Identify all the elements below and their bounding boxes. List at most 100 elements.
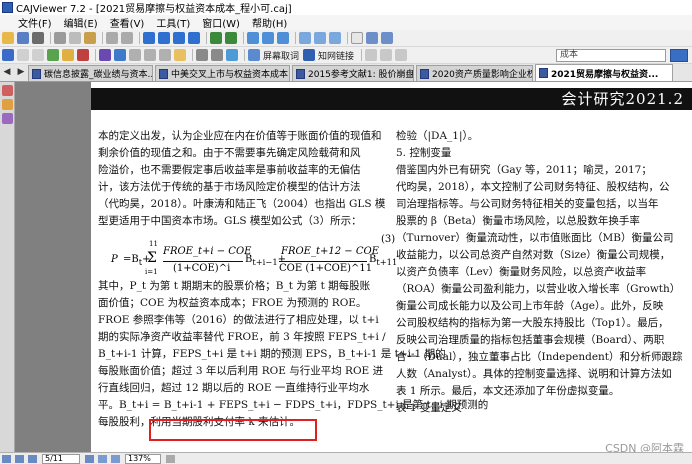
zoom-in-icon[interactable] [366, 32, 378, 44]
tab-document-1[interactable]: 碳信息披露_碳业绩与资本... [28, 65, 153, 81]
actual-size-icon[interactable] [329, 32, 341, 44]
underline-icon[interactable] [211, 49, 223, 61]
more-icon[interactable] [395, 49, 408, 61]
text-line: 人数（Analyst）。具体的控制变量选择、说明和计算方法如 [396, 368, 672, 380]
bookmark-panel-icon[interactable] [2, 85, 13, 96]
text-line: （Turnover）衡量流动性，以市值账面比（MB）衡量公司 [396, 232, 674, 244]
facing-page-icon[interactable] [277, 32, 289, 44]
document-view[interactable]: 会计研究2021.2 本的定义出发，认为企业应在内在价值等于账面价值的现值和 剩… [15, 82, 692, 452]
zoom-out-icon[interactable] [381, 32, 393, 44]
toolbar-separator [244, 49, 245, 61]
toolbar-separator [295, 32, 296, 44]
text-line: （代昀昊，2018）。叶康涛和陆正飞（2004）也指出 GLS 模 [98, 198, 386, 210]
forward-icon[interactable] [225, 32, 237, 44]
next-page-icon[interactable] [173, 32, 185, 44]
pen-panel-icon[interactable] [2, 113, 13, 124]
zoom-dropdown-icon[interactable] [166, 454, 175, 463]
search-go-icon[interactable] [670, 49, 688, 62]
cut-icon[interactable] [54, 32, 66, 44]
knowledge-link-label[interactable]: 知网链接 [318, 49, 354, 62]
fit-width-icon[interactable] [299, 32, 311, 44]
knowledge-link-icon[interactable] [303, 49, 316, 61]
text-line: 代昀昊，2018），本文控制了公司财务特征、股权结构，公 [396, 181, 670, 193]
status-previous-page-icon[interactable] [15, 454, 24, 463]
text-line: 平。B_t+i = B_t+i-1 + FEPS_t+i − FDPS_t+i，… [98, 399, 489, 411]
save-icon[interactable] [17, 32, 29, 44]
fit-page-icon[interactable] [314, 32, 326, 44]
status-next-page-icon[interactable] [28, 454, 37, 463]
tab-label: 碳信息披露_碳业绩与资本... [44, 70, 153, 80]
formula-lhs: P [111, 254, 118, 265]
status-zoom-out-icon[interactable] [98, 454, 107, 463]
screen-read-icon[interactable] [248, 49, 260, 61]
menu-tools[interactable]: 工具(T) [156, 15, 190, 30]
text-line: 面价值；COE 为权益资本成本；FROE 为预测的 ROE。 [98, 297, 367, 309]
gls-formula: P =Bt+ 11 Σ i=1 FROE_t+i − COE (1+COE)^i… [111, 234, 397, 282]
tab-document-2[interactable]: 中美交叉上市与权益资本成本... [155, 65, 290, 81]
menu-help[interactable]: 帮助(H) [252, 15, 287, 30]
zoom-dropdown-icon[interactable] [351, 32, 363, 44]
tab-document-4[interactable]: 2020资产质量影响企业权益... [416, 65, 533, 81]
line-icon[interactable] [129, 49, 141, 61]
annotation-panel-icon[interactable] [2, 99, 13, 110]
strikeout-icon[interactable] [196, 49, 208, 61]
page-number-input[interactable]: 5/11 [42, 453, 80, 464]
tab-document-3[interactable]: 2015参考文献1: 股价崩盘风... [292, 65, 414, 81]
screen-read-label[interactable]: 屏幕取词 [263, 49, 299, 62]
formula-equation-number: (3) [381, 234, 396, 245]
formula-term1-numerator: FROE_t+i − COE [163, 246, 252, 257]
previous-page-icon[interactable] [158, 32, 170, 44]
left-column: 本的定义出发，认为企业应在内在价值等于账面价值的现值和 剩余价值的现值之和。由于… [98, 128, 386, 230]
single-page-icon[interactable] [247, 32, 259, 44]
export-icon[interactable] [365, 49, 378, 61]
tab-document-5-active[interactable]: 2021贸易摩擦与权益资... [535, 64, 673, 81]
tab-scroll-right-icon[interactable]: ▶ [14, 64, 28, 81]
tab-scroll-left-icon[interactable]: ◀ [0, 64, 14, 81]
note-icon[interactable] [174, 49, 186, 61]
status-last-page-icon[interactable] [85, 454, 94, 463]
back-icon[interactable] [210, 32, 222, 44]
rectangle-icon[interactable] [144, 49, 156, 61]
ellipse-icon[interactable] [159, 49, 171, 61]
select-text-icon[interactable] [17, 49, 29, 61]
formula-sum-bottom: i=1 [145, 268, 158, 276]
ocr-icon[interactable] [47, 49, 59, 61]
toolbar-separator [139, 32, 140, 44]
window-title: CAJViewer 7.2 - [2021贸易摩擦与权益资本成本_程小可.caj… [16, 4, 292, 15]
settings-icon[interactable] [380, 49, 393, 61]
highlight-icon[interactable] [99, 49, 111, 61]
status-first-page-icon[interactable] [2, 454, 11, 463]
toolbar-separator [206, 32, 207, 44]
formula-sum-sign: Σ [147, 250, 157, 266]
print-icon[interactable] [32, 32, 44, 44]
pen-icon[interactable] [114, 49, 126, 61]
snapshot-icon[interactable] [62, 49, 74, 61]
search-input[interactable]: 成本 [556, 49, 666, 62]
menu-window[interactable]: 窗口(W) [202, 15, 240, 30]
last-page-icon[interactable] [188, 32, 200, 44]
hand-tool-icon[interactable] [2, 49, 14, 61]
toolbar-separator [102, 32, 103, 44]
status-zoom-in-icon[interactable] [111, 454, 120, 463]
menu-file[interactable]: 文件(F) [18, 15, 52, 30]
paste-icon[interactable] [84, 32, 96, 44]
menu-bar: 文件(F) 编辑(E) 查看(V) 工具(T) 窗口(W) 帮助(H) [0, 15, 692, 30]
first-page-icon[interactable] [143, 32, 155, 44]
search-text-icon[interactable] [226, 49, 238, 61]
undo-icon[interactable] [106, 32, 118, 44]
journal-header: 会计研究2021.2 [561, 90, 684, 108]
continuous-page-icon[interactable] [262, 32, 274, 44]
copy-icon[interactable] [69, 32, 81, 44]
menu-view[interactable]: 查看(V) [110, 15, 145, 30]
redo-icon[interactable] [121, 32, 133, 44]
title-bar: CAJViewer 7.2 - [2021贸易摩擦与权益资本成本_程小可.caj… [0, 0, 692, 15]
zoom-level-input[interactable]: 137% [125, 453, 161, 464]
toolbar-separator [50, 32, 51, 44]
formula-term2-denominator: COE (1+COE)^11 [279, 263, 373, 274]
open-folder-icon[interactable] [2, 32, 14, 44]
text-line: 其中，P_t 为第 t 期期末的股票价格；B_t 为第 t 期每股账 [98, 280, 371, 292]
select-image-icon[interactable] [32, 49, 44, 61]
toolbar-separator [95, 49, 96, 61]
menu-edit[interactable]: 编辑(E) [64, 15, 98, 30]
bookmark-icon[interactable] [77, 49, 89, 61]
